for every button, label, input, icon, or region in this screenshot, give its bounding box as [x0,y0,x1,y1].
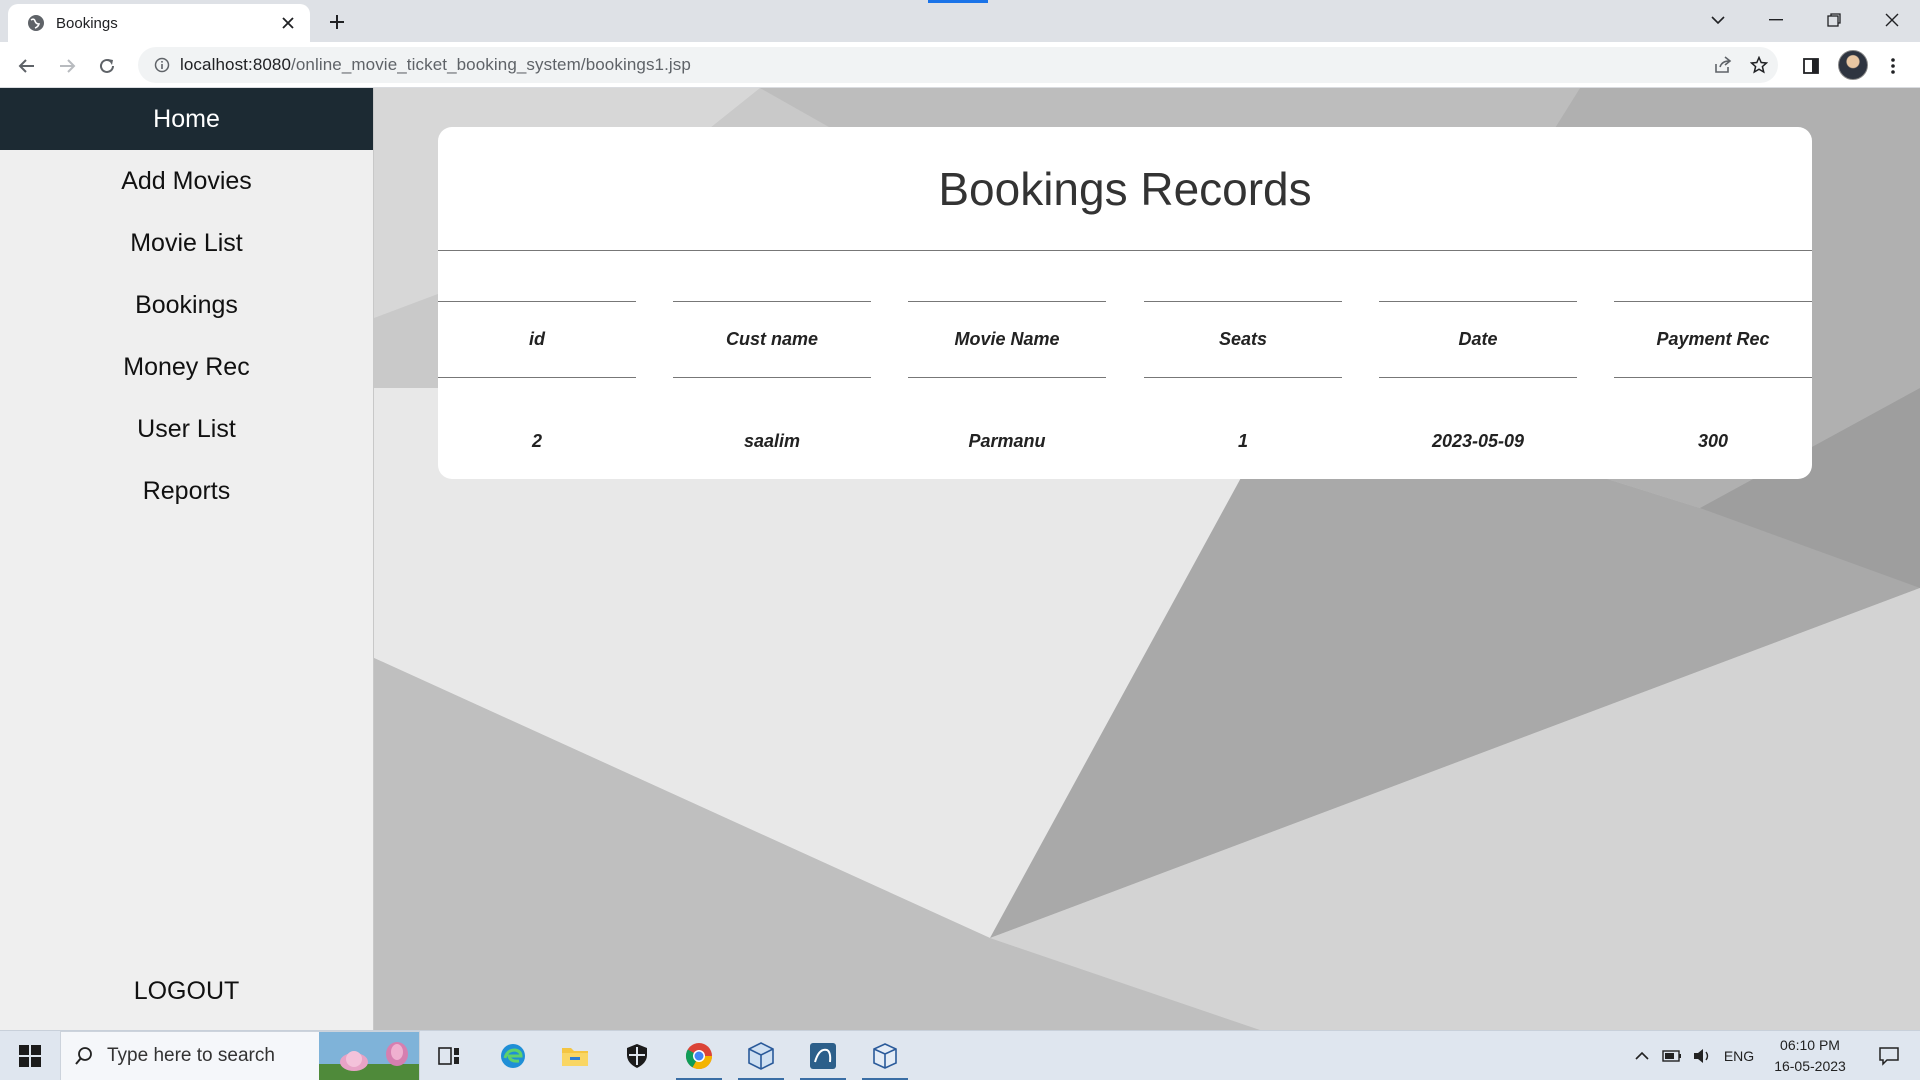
battery-icon[interactable] [1658,1031,1686,1080]
reload-icon[interactable] [92,51,122,81]
column-header-date: Date [1379,301,1577,378]
lotus-search-highlight-icon [319,1032,419,1080]
column-header-cust-name: Cust name [673,301,871,378]
url-text: localhost:8080/online_movie_ticket_booki… [180,55,691,75]
sidebar-item-money-rec[interactable]: Money Rec [0,336,373,398]
page-viewport: Home Add Movies Movie List Bookings Mone… [0,88,1920,1030]
column-header-movie-name: Movie Name [908,301,1106,378]
new-tab-icon[interactable] [322,8,352,36]
restore-icon[interactable] [1806,0,1862,40]
search-icon [61,1031,107,1080]
column-header-seats: Seats [1144,301,1342,378]
sidebar: Home Add Movies Movie List Bookings Mone… [0,88,374,1030]
tab-search-icon[interactable] [1690,0,1746,40]
share-icon[interactable] [1708,50,1738,80]
browser-toolbar: localhost:8080/online_movie_ticket_booki… [0,42,1920,88]
page-title: Bookings Records [438,127,1812,251]
profile-avatar[interactable] [1838,50,1868,80]
sidebar-item-bookings[interactable]: Bookings [0,274,373,336]
security-shield-icon[interactable] [608,1031,666,1080]
windows-start-icon[interactable] [0,1031,60,1080]
virtualbox-cube-icon[interactable] [732,1031,790,1080]
table-cell-payment-rec: 300 [1697,430,1729,451]
volume-icon[interactable] [1688,1031,1716,1080]
globe-icon [26,13,46,33]
bookmark-star-icon[interactable] [1744,50,1774,80]
clock-date: 16-05-2023 [1774,1058,1846,1074]
sidebar-item-add-movies[interactable]: Add Movies [0,150,373,212]
notifications-icon[interactable] [1866,1031,1912,1080]
tab-title: Bookings [56,14,118,32]
chrome-icon[interactable] [670,1031,728,1080]
edge-browser-icon[interactable] [484,1031,542,1080]
forward-icon[interactable] [52,51,82,81]
sidebar-item-home[interactable]: Home [0,88,373,150]
url-host: localhost:8080 [180,55,292,74]
browser-tab-strip: Bookings [0,0,1920,42]
taskbar: Type here to search ENG 06:10 PM 16-05-2… [0,1030,1920,1080]
sidebar-item-user-list[interactable]: User List [0,398,373,460]
site-info-icon[interactable] [144,47,180,83]
mysql-workbench-icon[interactable] [794,1031,852,1080]
column-header-payment-rec: Payment Rec [1614,301,1812,378]
table-cell-movie-name: Parmanu [968,430,1046,451]
minimize-icon[interactable] [1748,0,1804,40]
table-cell-seats: 1 [1237,430,1248,451]
table-cell-cust-name: saalim [743,430,801,451]
app-cube-icon[interactable] [856,1031,914,1080]
column-header-id: id [438,301,636,378]
clock-time: 06:10 PM [1780,1037,1840,1053]
bookings-card: Bookings Records id Cust name Movie Name… [438,127,1812,479]
address-bar[interactable]: localhost:8080/online_movie_ticket_booki… [138,47,1778,83]
tab-strip-indicator [928,0,988,3]
file-explorer-icon[interactable] [546,1031,604,1080]
language-indicator[interactable]: ENG [1720,1031,1758,1080]
table-cell-date: 2023-05-09 [1431,430,1525,451]
sidebar-item-reports[interactable]: Reports [0,460,373,522]
tab-close-icon[interactable] [278,13,298,33]
browser-menu-icon[interactable] [1878,51,1908,81]
task-view-icon[interactable] [420,1031,478,1080]
show-hidden-icons-chevron-icon[interactable] [1628,1031,1656,1080]
taskbar-search-box[interactable]: Type here to search [60,1031,420,1080]
side-panel-icon[interactable] [1796,51,1826,81]
logout-link[interactable]: LOGOUT [0,960,373,1030]
sidebar-item-movie-list[interactable]: Movie List [0,212,373,274]
table-cell-id: 2 [531,430,542,451]
search-placeholder: Type here to search [107,1045,275,1066]
browser-tab[interactable]: Bookings [8,4,310,42]
url-path: /online_movie_ticket_booking_system/book… [291,55,691,74]
back-icon[interactable] [12,51,42,81]
system-clock[interactable]: 06:10 PM 16-05-2023 [1762,1035,1858,1077]
close-window-icon[interactable] [1864,0,1920,40]
